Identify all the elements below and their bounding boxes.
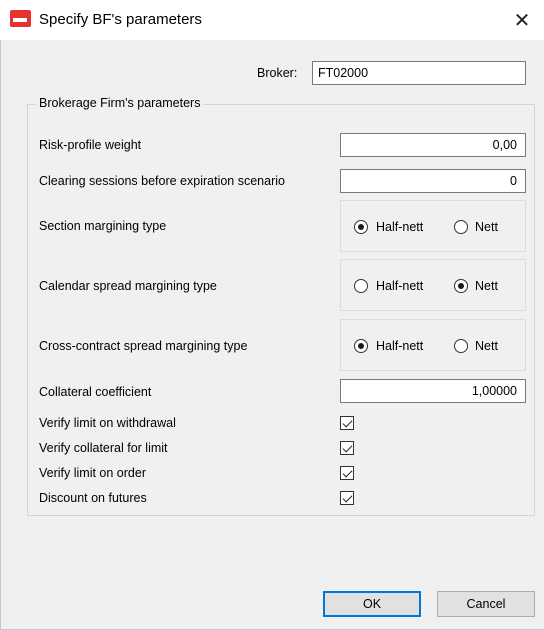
risk-profile-value: 0,00 [492, 138, 517, 152]
cross-nett-radio[interactable] [454, 339, 468, 353]
calendar-margining-label: Calendar spread margining type [39, 279, 217, 293]
calendar-halfnett-label[interactable]: Half-nett [376, 279, 423, 293]
cross-halfnett-label[interactable]: Half-nett [376, 339, 423, 353]
section-nett-radio[interactable] [454, 220, 468, 234]
clearing-sessions-value: 0 [510, 174, 517, 188]
section-halfnett-label[interactable]: Half-nett [376, 220, 423, 234]
close-icon: ✕ [513, 8, 531, 32]
cross-margining-label: Cross-contract spread margining type [39, 339, 248, 353]
close-button[interactable]: ✕ [500, 0, 544, 40]
title-bar: Specify BF's parameters ✕ [0, 0, 544, 40]
broker-label: Broker: [257, 66, 298, 80]
section-margining-label: Section margining type [39, 219, 167, 233]
verify-withdrawal-label: Verify limit on withdrawal [39, 416, 176, 430]
cross-halfnett-radio[interactable] [354, 339, 368, 353]
risk-profile-input[interactable]: 0,00 [340, 133, 526, 157]
group-title: Brokerage Firm's parameters [36, 96, 204, 110]
cancel-button-label: Cancel [466, 597, 506, 611]
verify-withdrawal-checkbox[interactable] [340, 416, 354, 430]
risk-profile-label: Risk-profile weight [39, 138, 142, 152]
discount-futures-checkbox[interactable] [340, 491, 354, 505]
section-margining-radio-group: Half-nett Nett [340, 200, 526, 252]
verify-order-label: Verify limit on order [39, 466, 146, 480]
calendar-nett-radio[interactable] [454, 279, 468, 293]
collateral-coef-label: Collateral coefficient [39, 385, 152, 399]
section-nett-label[interactable]: Nett [475, 220, 498, 234]
calendar-margining-radio-group: Half-nett Nett [340, 259, 526, 311]
ok-button-label: OK [362, 597, 382, 611]
window-title: Specify BF's parameters [39, 11, 202, 28]
verify-collateral-label: Verify collateral for limit [39, 441, 168, 455]
clearing-sessions-input[interactable]: 0 [340, 169, 526, 193]
section-halfnett-radio[interactable] [354, 220, 368, 234]
calendar-nett-label[interactable]: Nett [475, 279, 498, 293]
cross-margining-radio-group: Half-nett Nett [340, 319, 526, 371]
clearing-sessions-label: Clearing sessions before expiration scen… [39, 174, 285, 188]
cancel-button[interactable]: Cancel [437, 591, 535, 617]
verify-order-checkbox[interactable] [340, 466, 354, 480]
discount-futures-label: Discount on futures [39, 491, 147, 505]
broker-input[interactable] [312, 61, 526, 85]
collateral-coef-input[interactable]: 1,00000 [340, 379, 526, 403]
window-border-left [0, 40, 1, 630]
collateral-coef-value: 1,00000 [471, 384, 517, 398]
cross-nett-label[interactable]: Nett [475, 339, 498, 353]
ok-button[interactable]: OK [323, 591, 421, 617]
calendar-halfnett-radio[interactable] [354, 279, 368, 293]
verify-collateral-checkbox[interactable] [340, 441, 354, 455]
app-logo-icon [10, 10, 31, 27]
